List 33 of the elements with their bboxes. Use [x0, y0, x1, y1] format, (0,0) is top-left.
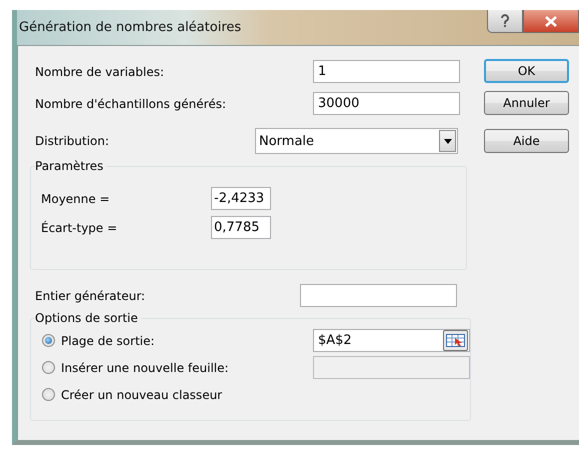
text-field[interactable]: 30000: [313, 92, 460, 115]
range-select-button[interactable]: [443, 330, 468, 351]
dialog-button[interactable]: Aide: [484, 129, 569, 153]
close-button[interactable]: [523, 10, 579, 33]
radio-label: Créer un nouveau classeur: [61, 388, 224, 402]
spreadsheet-arrow-icon: [446, 334, 465, 347]
radio-button[interactable]: [42, 388, 55, 401]
help-icon: [500, 14, 510, 28]
dialog-button[interactable]: OK: [484, 59, 569, 83]
radio-button[interactable]: [42, 334, 55, 347]
text-field[interactable]: -2,4233: [211, 187, 271, 210]
window-title: Génération de nombres aléatoires: [19, 20, 242, 35]
radio-button[interactable]: [42, 361, 55, 374]
dropdown-arrow-icon: [444, 138, 452, 144]
group-title: Options de sortie: [35, 311, 139, 325]
dialog-button[interactable]: Annuler: [484, 91, 569, 115]
field-label: Distribution:: [35, 134, 110, 148]
close-icon: [545, 16, 557, 26]
field-label: Écart-type =: [41, 220, 118, 234]
text-field[interactable]: [300, 284, 457, 307]
group-title: Paramètres: [35, 159, 104, 173]
radio-label: Insérer une nouvelle feuille:: [61, 360, 230, 374]
text-field[interactable]: 1: [313, 60, 460, 83]
help-button[interactable]: [487, 10, 523, 33]
field-value: $A$2: [318, 333, 352, 348]
field-label: Entier générateur:: [35, 288, 146, 302]
field-label: Nombre d'échantillons générés:: [35, 96, 228, 110]
radio-label: Plage de sortie:: [61, 334, 156, 348]
text-field[interactable]: 0,7785: [211, 216, 271, 239]
field-label: Nombre de variables:: [35, 64, 166, 78]
distribution-dropdown[interactable]: Normale: [255, 128, 458, 154]
field-label: Moyenne =: [41, 192, 111, 206]
output-range-field[interactable]: $A$2: [313, 329, 470, 352]
